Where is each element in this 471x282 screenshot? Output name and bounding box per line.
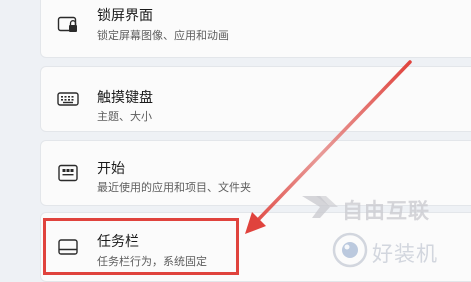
settings-item-title: 开始 <box>97 161 125 177</box>
taskbar-icon <box>57 237 79 257</box>
start-menu-icon <box>57 163 79 183</box>
keyboard-icon <box>57 89 79 109</box>
settings-item-title: 触摸键盘 <box>97 90 153 106</box>
settings-item-taskbar[interactable]: 任务栏 任务栏行为，系统固定 <box>40 212 471 282</box>
settings-item-subtitle: 主题、大小 <box>97 110 152 123</box>
settings-item-title: 任务栏 <box>97 234 139 250</box>
settings-item-subtitle: 锁定屏幕图像、应用和动画 <box>97 29 229 42</box>
lock-screen-icon <box>57 15 79 35</box>
settings-item-subtitle: 最近使用的应用和项目、文件夹 <box>97 181 251 194</box>
settings-item-touch-keyboard[interactable]: 触摸键盘 主题、大小 <box>40 66 471 132</box>
settings-item-subtitle: 任务栏行为，系统固定 <box>97 255 207 268</box>
settings-item-title: 锁屏界面 <box>97 8 153 24</box>
settings-item-start[interactable]: 开始 最近使用的应用和项目、文件夹 <box>40 140 471 206</box>
settings-item-lock-screen[interactable]: 锁屏界面 锁定屏幕图像、应用和动画 <box>40 0 471 58</box>
